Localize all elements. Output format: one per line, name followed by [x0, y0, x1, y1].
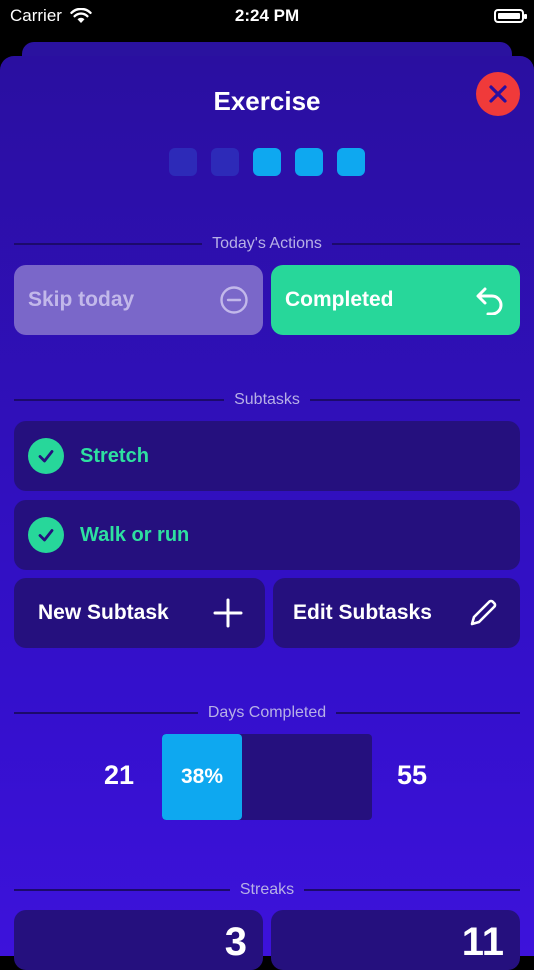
days-total-count: 55 [397, 760, 428, 790]
days-completed-count: 21 [104, 760, 135, 790]
checkmark-icon[interactable] [28, 517, 64, 553]
edit-subtasks-button[interactable]: Edit Subtasks [273, 578, 520, 648]
subtask-buttons-row: New Subtask Edit Subtasks [14, 578, 520, 648]
section-label-text: Subtasks [234, 391, 300, 408]
subtask-label: Stretch [80, 444, 149, 467]
progress-dot [169, 148, 197, 176]
section-label-text: Today's Actions [212, 235, 322, 252]
progress-dot [295, 148, 323, 176]
page-title: Exercise [213, 86, 321, 116]
subtask-item[interactable]: Walk or run [14, 500, 520, 570]
progress-percent: 38% [180, 765, 224, 788]
progress-track: 38% [162, 734, 372, 820]
progress-dot [253, 148, 281, 176]
edit-subtasks-label: Edit Subtasks [293, 601, 432, 624]
close-icon [489, 85, 507, 103]
status-time: 2:24 PM [234, 6, 300, 25]
skip-today-button[interactable]: Skip today [14, 265, 263, 335]
current-streak-value: 3 [224, 920, 247, 964]
status-bar: Carrier 2:24 PM [0, 0, 534, 32]
todays-actions-row: Skip today Completed [14, 265, 520, 335]
section-subtasks: Subtasks [14, 390, 520, 410]
section-todays-actions: Today's Actions [14, 234, 520, 254]
section-streaks: Streaks [14, 880, 520, 900]
checkmark-icon[interactable] [28, 438, 64, 474]
plus-icon [213, 598, 243, 628]
new-subtask-button[interactable]: New Subtask [14, 578, 265, 648]
progress-dots [0, 148, 534, 176]
pencil-icon [470, 599, 497, 626]
days-completed-progress: 21 38% 55 [0, 734, 534, 820]
section-days-completed: Days Completed [14, 703, 520, 723]
best-streak-value: 11 [461, 920, 504, 964]
best-streak-card: 11 [271, 910, 520, 970]
progress-dot [337, 148, 365, 176]
completed-button[interactable]: Completed [271, 265, 520, 335]
skip-today-label: Skip today [28, 288, 135, 311]
section-label-text: Streaks [239, 881, 295, 898]
current-streak-card: 3 [14, 910, 263, 970]
close-button[interactable] [476, 72, 520, 116]
subtask-item[interactable]: Stretch [14, 421, 520, 491]
subtask-label: Walk or run [80, 523, 190, 546]
undo-icon [476, 287, 503, 315]
progress-dot [211, 148, 239, 176]
habit-detail-sheet: Exercise Today's Actions Skip today Comp… [0, 56, 534, 956]
new-subtask-label: New Subtask [38, 601, 169, 624]
section-label-text: Days Completed [207, 704, 327, 721]
minus-circle-icon [220, 286, 248, 314]
completed-label: Completed [285, 288, 394, 311]
battery-icon [494, 9, 527, 23]
